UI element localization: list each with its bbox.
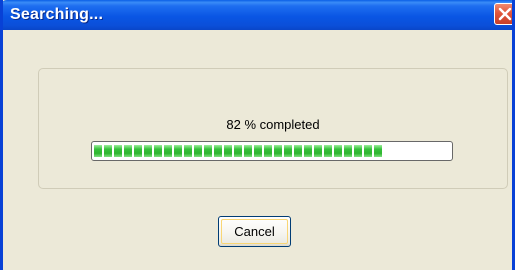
progress-block (304, 145, 312, 157)
progress-group-box: 82 % completed (38, 68, 508, 189)
progress-bar (91, 141, 453, 161)
progress-block (264, 145, 272, 157)
progress-block (294, 145, 302, 157)
progress-block (94, 145, 102, 157)
progress-block (144, 145, 152, 157)
progress-block (344, 145, 352, 157)
progress-block (104, 145, 112, 157)
title-bar[interactable]: Searching... (3, 0, 512, 30)
close-button[interactable] (494, 3, 512, 25)
progress-block (214, 145, 222, 157)
window-title: Searching... (10, 6, 104, 23)
progress-block (374, 145, 382, 157)
progress-block (154, 145, 162, 157)
progress-block (354, 145, 362, 157)
progress-block (274, 145, 282, 157)
progress-block (174, 145, 182, 157)
progress-block (234, 145, 242, 157)
progress-block (254, 145, 262, 157)
progress-block (284, 145, 292, 157)
progress-block (244, 145, 252, 157)
cancel-button[interactable]: Cancel (218, 216, 291, 247)
progress-block (364, 145, 372, 157)
progress-block (224, 145, 232, 157)
close-icon (498, 7, 512, 21)
cancel-button-label: Cancel (221, 219, 288, 244)
progress-block (204, 145, 212, 157)
progress-block (124, 145, 132, 157)
progress-block (134, 145, 142, 157)
progress-block (164, 145, 172, 157)
dialog-window: Searching... 82 % completed Cancel (0, 0, 515, 270)
progress-block (324, 145, 332, 157)
progress-fill (94, 145, 450, 157)
progress-block (314, 145, 322, 157)
progress-block (184, 145, 192, 157)
progress-block (334, 145, 342, 157)
progress-status-text: 82 % completed (226, 117, 320, 132)
progress-block (114, 145, 122, 157)
progress-block (194, 145, 202, 157)
